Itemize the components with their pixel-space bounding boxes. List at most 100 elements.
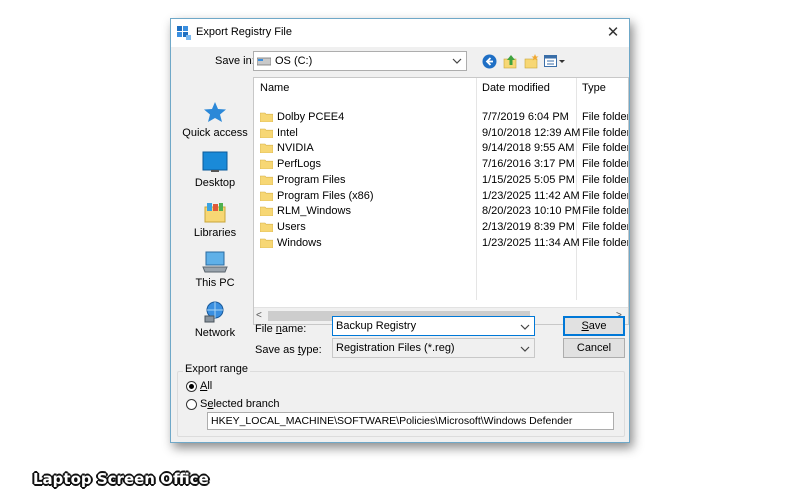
file-name-cell: PerfLogs <box>277 158 322 171</box>
file-row[interactable]: Users 2/13/2019 8:39 PM File folder <box>254 219 629 235</box>
file-type-cell: File folder <box>582 111 629 123</box>
places-desktop[interactable]: Desktop <box>179 151 251 189</box>
file-name-input[interactable]: Backup Registry <box>332 316 535 336</box>
file-row[interactable]: Program Files (x86) 1/23/2025 11:42 AM Fil… <box>254 188 629 204</box>
branch-path-input[interactable]: HKEY_LOCAL_MACHINE\SOFTWARE\Policies\Mic… <box>207 412 614 430</box>
save-in-dropdown[interactable]: OS (C:) <box>253 51 467 71</box>
places-label: Network <box>194 327 236 339</box>
file-name-value: Backup Registry <box>336 320 417 332</box>
up-folder-icon <box>503 54 516 68</box>
file-type-cell: File folder <box>582 220 629 233</box>
export-all-label[interactable]: All <box>200 380 212 392</box>
star-icon <box>204 102 226 122</box>
file-type-cell: File folder <box>582 236 629 249</box>
folder-icon <box>260 206 273 217</box>
places-libraries[interactable]: Libraries <box>179 201 251 239</box>
places-label: Desktop <box>194 177 236 189</box>
file-name-cell: RLM_Windows <box>277 205 351 218</box>
places-label: Libraries <box>193 227 237 239</box>
file-name-cell: NVIDIA <box>277 142 314 155</box>
network-icon <box>204 301 224 323</box>
computer-icon <box>202 251 228 273</box>
save-as-type-dropdown[interactable]: Registration Files (*.reg) <box>332 338 535 358</box>
file-row[interactable]: Dolby PCEE4 7/7/2019 6:04 PM File folder <box>254 109 629 125</box>
save-in-value: OS (C:) <box>275 55 313 67</box>
file-name-cell: Users <box>277 220 306 233</box>
save-as-type-value: Registration Files (*.reg) <box>336 342 455 354</box>
file-type-cell: File folder <box>582 173 629 186</box>
file-row[interactable]: Intel 9/10/2018 12:39 AM File folder <box>254 125 629 141</box>
file-date-cell: 7/7/2019 6:04 PM <box>482 111 569 123</box>
file-row[interactable]: RLM_Windows 8/20/2023 10:10 PM File folder <box>254 203 629 219</box>
folder-icon <box>260 159 273 170</box>
folder-icon <box>260 128 273 138</box>
save-button[interactable]: Save <box>563 316 625 336</box>
sort-ascending-indicator: ^ <box>358 77 363 83</box>
chevron-down-icon <box>452 58 462 64</box>
column-header-name[interactable]: Name <box>260 78 289 98</box>
column-header-type[interactable]: Type <box>582 78 606 98</box>
close-button[interactable]: ✕ <box>601 22 625 44</box>
selected-branch-radio[interactable] <box>186 399 197 410</box>
file-row[interactable]: PerfLogs 7/16/2016 3:17 PM File folder <box>254 156 628 172</box>
file-date-cell: 1/23/2025 11:42 AM <box>482 189 580 202</box>
window-title: Export Registry File <box>196 26 292 38</box>
file-type-cell: File folder <box>582 189 629 202</box>
folder-icon <box>260 191 273 201</box>
new-folder-button[interactable] <box>522 52 540 70</box>
places-label: This PC <box>195 277 235 289</box>
back-button[interactable] <box>480 52 498 70</box>
file-type-cell: File folder <box>582 142 629 155</box>
places-network[interactable]: Network <box>179 301 251 339</box>
file-row[interactable]: Program Files 1/15/2025 5:05 PM File folde… <box>254 172 629 188</box>
file-name-label: File name: <box>255 323 307 335</box>
places-label: Quick access <box>182 127 248 139</box>
folder-icon <box>260 112 273 122</box>
back-arrow-icon <box>482 54 496 68</box>
chevron-down-icon[interactable] <box>519 342 531 356</box>
scroll-left-button[interactable]: < <box>256 310 268 322</box>
file-name-cell: Dolby PCEE4 <box>277 111 345 123</box>
chevron-down-icon[interactable] <box>519 320 531 334</box>
view-menu-icon <box>544 55 565 67</box>
file-date-cell: 8/20/2023 10:10 PM <box>482 205 582 218</box>
file-date-cell: 7/16/2016 3:17 PM <box>482 158 575 171</box>
desktop-icon <box>202 151 228 172</box>
folder-icon <box>260 238 273 248</box>
file-name-cell: Intel <box>277 126 298 139</box>
export-range-title: Export range <box>183 363 250 375</box>
folder-icon <box>260 175 273 185</box>
cancel-button[interactable]: Cancel <box>563 338 625 358</box>
file-type-cell: File folder <box>582 126 629 139</box>
watermark-text: Laptop Screen Office <box>33 470 209 488</box>
navigation-toolbar <box>480 51 570 71</box>
file-type-cell: File folder <box>582 205 629 218</box>
file-name-cell: Program Files (x86) <box>277 189 374 202</box>
places-this-pc[interactable]: This PC <box>179 251 251 289</box>
file-row[interactable]: Windows 1/23/2025 11:34 AM File folder <box>254 235 629 251</box>
file-row[interactable]: NVIDIA 9/14/2018 9:55 AM File folder <box>254 140 629 156</box>
up-folder-button[interactable] <box>501 52 519 70</box>
folder-icon <box>260 222 273 232</box>
places-bar: Quick access Desktop Libraries This PC N… <box>179 77 251 339</box>
column-header-date[interactable]: Date modified <box>482 78 550 98</box>
view-menu-button[interactable] <box>543 52 567 70</box>
export-all-radio[interactable] <box>186 381 197 392</box>
file-date-cell: 1/23/2025 11:34 AM <box>482 236 580 249</box>
places-quick-access[interactable]: Quick access <box>179 101 251 139</box>
selected-branch-label[interactable]: Selected branch <box>200 398 280 410</box>
file-name-cell: Program Files <box>277 173 346 186</box>
file-date-cell: 9/14/2018 9:55 AM <box>482 142 575 155</box>
title-bar[interactable]: Export Registry File ✕ <box>171 19 629 47</box>
save-as-type-label: Save as type: <box>255 344 322 356</box>
file-date-cell: 9/10/2018 12:39 AM <box>482 126 581 139</box>
save-in-label: Save in: <box>215 55 255 67</box>
export-registry-dialog: Export Registry File ✕ Save in: OS (C:) <box>170 18 630 443</box>
drive-icon <box>257 57 271 66</box>
regedit-icon <box>177 26 191 40</box>
new-folder-icon <box>524 53 538 68</box>
libraries-icon <box>204 203 226 223</box>
folder-icon <box>260 144 273 154</box>
file-list[interactable]: ^ Name Date modified Type Dolby PCEE4 7/7… <box>253 77 629 325</box>
file-date-cell: 1/15/2025 5:05 PM <box>482 173 575 186</box>
